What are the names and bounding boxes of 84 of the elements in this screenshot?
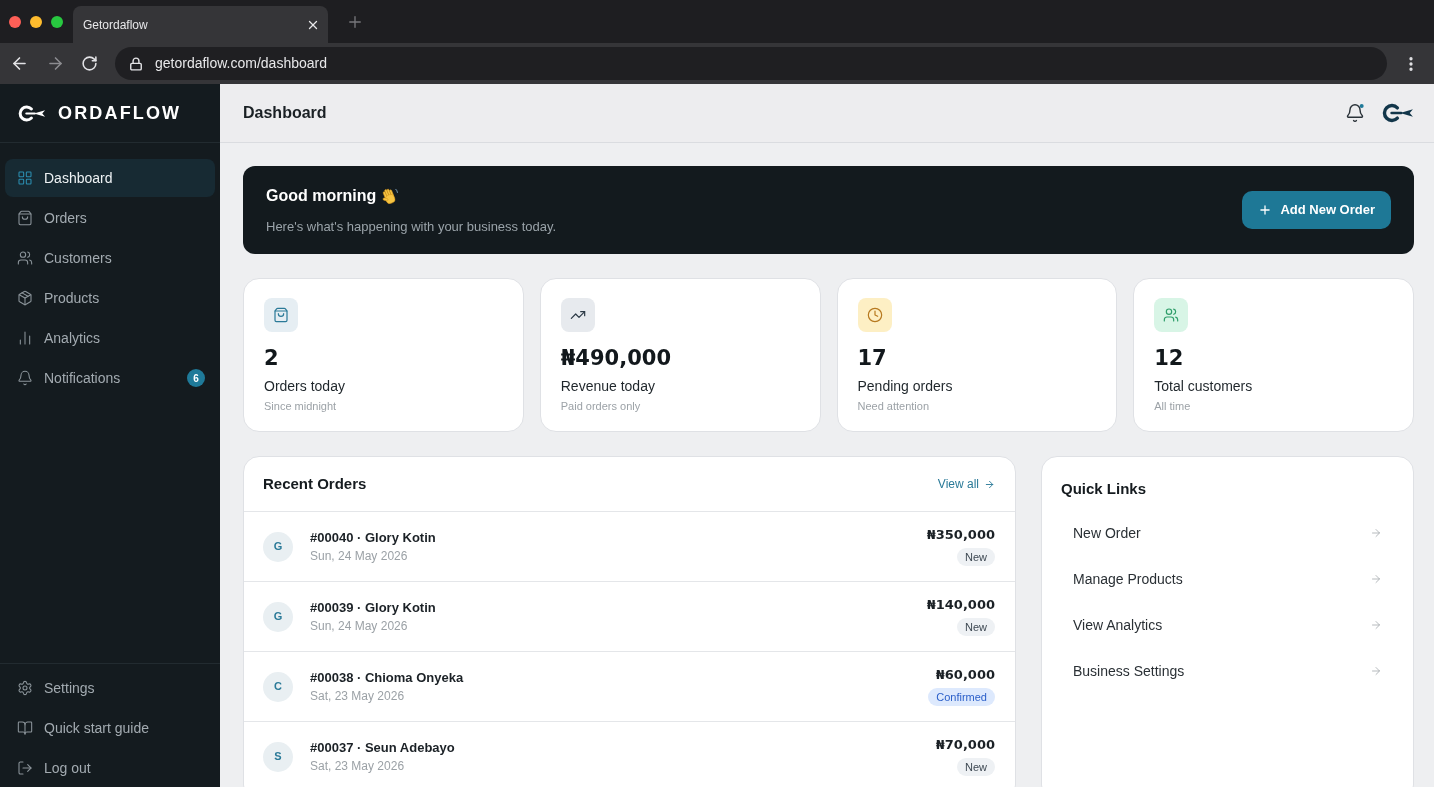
bag-icon <box>17 210 33 226</box>
settings-icon <box>17 680 33 696</box>
order-date: Sat, 23 May 2026 <box>310 758 406 774</box>
box-icon <box>17 290 33 306</box>
bar-chart-icon <box>17 330 33 346</box>
quick-link[interactable]: Manage Products <box>1061 556 1394 602</box>
card-title: Recent Orders <box>263 473 367 494</box>
order-title: #00040 · Glory Kotin <box>310 529 436 546</box>
nav-item[interactable]: Dashboard <box>5 159 215 197</box>
waving-hand-icon <box>381 186 400 205</box>
brand-logo-icon <box>18 103 46 123</box>
book-icon <box>17 720 33 736</box>
nav-item[interactable]: Settings <box>5 669 215 707</box>
order-amount: ₦70,000 <box>935 737 995 753</box>
nav-item[interactable]: Orders <box>5 199 215 237</box>
stat-note: Paid orders only <box>560 399 641 413</box>
stat-value: 17 <box>857 345 887 371</box>
avatar-initial: C <box>263 671 293 702</box>
arrow-icon <box>1370 527 1382 539</box>
view-all-link[interactable]: View all <box>937 475 995 493</box>
avatar-initial: G <box>263 601 293 632</box>
avatar-initial: G <box>263 531 293 562</box>
stat-label: Revenue today <box>560 377 655 395</box>
status-badge: New <box>957 618 995 636</box>
log-out-icon <box>17 760 33 776</box>
order-amount: ₦350,000 <box>926 527 995 543</box>
nav-item[interactable]: Customers <box>5 239 215 277</box>
tab-title: Getordaflow <box>83 16 148 34</box>
quick-link[interactable]: View Analytics <box>1061 602 1394 648</box>
quick-link[interactable]: New Order <box>1061 510 1394 556</box>
stat-value: 2 <box>264 345 279 371</box>
status-badge: New <box>957 548 995 566</box>
reload-icon[interactable] <box>81 55 98 72</box>
order-amount: ₦140,000 <box>926 597 995 613</box>
greeting: Good morning <box>266 185 377 206</box>
arrow-icon <box>1370 619 1382 631</box>
brand-name: ORDAFLOW <box>58 101 182 125</box>
nav-item[interactable]: Quick start guide <box>5 709 215 747</box>
account-logo-icon <box>1382 102 1414 124</box>
status-badge: New <box>957 758 995 776</box>
order-amount: ₦60,000 <box>935 667 995 683</box>
order-title: #00039 · Glory Kotin <box>310 599 436 616</box>
arrow-icon <box>1370 573 1382 585</box>
banner-subtitle: Here's what's happening with your business today. <box>266 217 557 236</box>
arrow-icon <box>1370 665 1382 677</box>
bell-icon <box>17 370 33 386</box>
grid-icon <box>17 170 33 186</box>
order-date: Sat, 23 May 2026 <box>310 688 406 704</box>
stat-note: Need attention <box>857 399 930 413</box>
card-title: Quick Links <box>1061 480 1147 497</box>
browser-tab[interactable]: Getordaflow <box>73 6 328 43</box>
nav-item[interactable]: Notifications 6 <box>5 359 215 397</box>
avatar-initial: S <box>263 741 293 772</box>
status-badge: Confirmed <box>928 688 995 706</box>
order-date: Sun, 24 May 2026 <box>310 618 409 634</box>
order-title: #00038 · Chioma Onyeka <box>310 669 464 686</box>
people-icon <box>17 250 33 266</box>
url-text: getordaflow.com/dashboard <box>155 54 327 73</box>
window-close-button[interactable] <box>9 15 21 28</box>
stat-label: Total customers <box>1154 377 1253 395</box>
address-bar[interactable]: getordaflow.com/dashboard <box>115 47 1387 80</box>
order-title: #00037 · Seun Adebayo <box>310 739 455 756</box>
stat-note: Since midnight <box>264 399 337 413</box>
plus-icon <box>1258 203 1273 217</box>
quick-link[interactable]: Business Settings <box>1061 648 1394 694</box>
bell-icon[interactable] <box>1345 103 1365 123</box>
stat-note: All time <box>1154 399 1191 413</box>
back-icon[interactable] <box>10 54 29 73</box>
stat-label: Pending orders <box>857 377 953 395</box>
window-maximize-button[interactable] <box>51 15 63 28</box>
nav-item[interactable]: Log out <box>5 749 215 787</box>
stat-label: Orders today <box>264 377 345 395</box>
lock-icon <box>129 56 143 71</box>
forward-icon[interactable] <box>46 54 65 73</box>
add-order-button[interactable]: Add New Order <box>1242 191 1391 229</box>
page-title: Dashboard <box>243 103 327 123</box>
arrow-icon <box>984 478 995 490</box>
stat-value: 12 <box>1154 345 1184 371</box>
count-badge: 6 <box>187 369 205 387</box>
nav-item[interactable]: Analytics <box>5 319 215 357</box>
order-date: Sun, 24 May 2026 <box>310 548 409 564</box>
window-minimize-button[interactable] <box>30 15 42 28</box>
stat-value: ₦490,000 <box>560 345 671 371</box>
nav-item[interactable]: Products <box>5 279 215 317</box>
